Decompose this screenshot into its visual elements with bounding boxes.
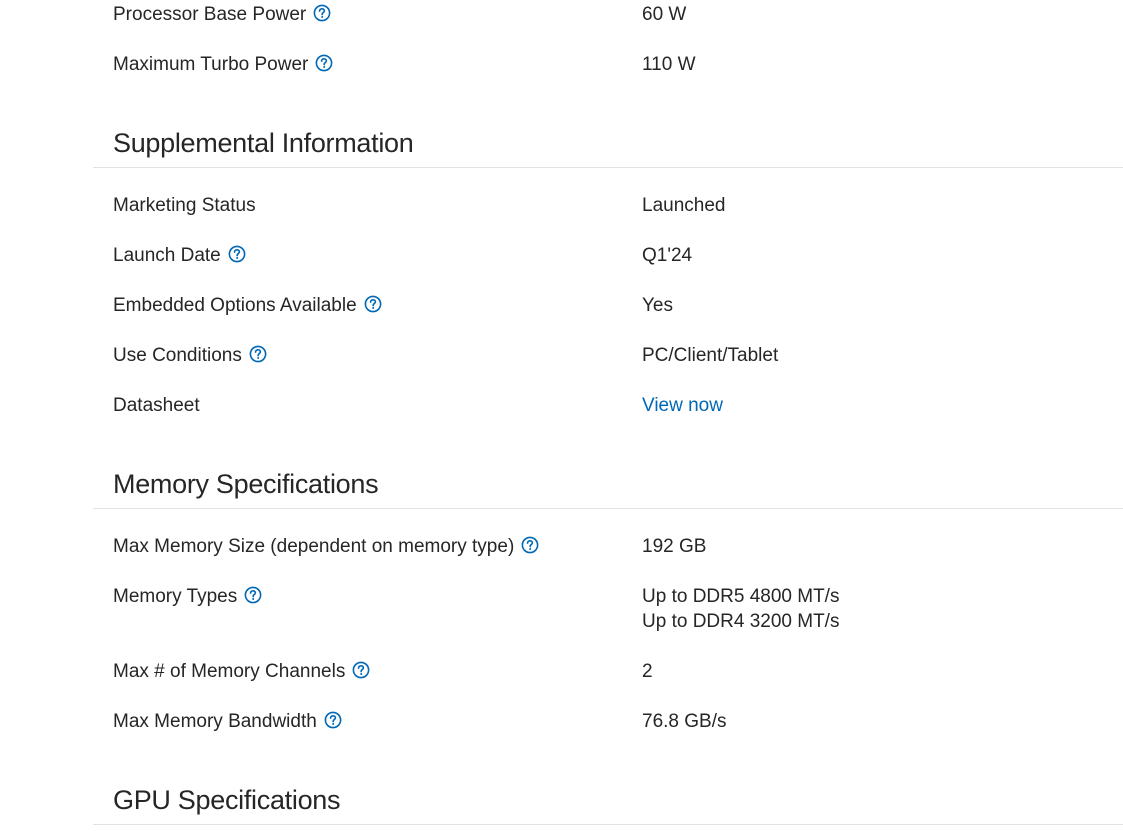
spec-label: Max Memory Bandwidth xyxy=(113,709,342,734)
spec-label: Maximum Turbo Power xyxy=(113,52,333,77)
help-icon[interactable] xyxy=(313,4,331,22)
help-icon[interactable] xyxy=(249,345,267,363)
spec-value: Launched xyxy=(642,195,726,216)
spec-value: 192 GB xyxy=(642,536,707,557)
spec-label-text: Use Conditions xyxy=(113,345,242,366)
spec-value: 60 W xyxy=(642,4,687,25)
spec-value: Up to DDR5 4800 MT/s Up to DDR4 3200 MT/… xyxy=(642,584,839,634)
spec-value: 76.8 GB/s xyxy=(642,711,727,732)
spec-label-text: Maximum Turbo Power xyxy=(113,54,309,75)
help-icon[interactable] xyxy=(352,661,370,679)
spec-label: Processor Base Power xyxy=(113,2,331,27)
spec-label: Embedded Options Available xyxy=(113,293,382,318)
spec-value: View now xyxy=(642,393,723,418)
spec-label-text: Max Memory Bandwidth xyxy=(113,711,317,732)
section-divider xyxy=(93,824,1123,825)
spec-label-text: Launch Date xyxy=(113,245,221,266)
section-title-gpu-specifications: GPU Specifications xyxy=(113,785,341,815)
spec-value: 110 W xyxy=(642,54,696,75)
spec-label: Memory Types xyxy=(113,584,262,609)
spec-label-text: Max # of Memory Channels xyxy=(113,661,346,682)
spec-label-text: Memory Types xyxy=(113,586,238,607)
view-datasheet-link[interactable]: View now xyxy=(642,395,723,416)
spec-label: Launch Date xyxy=(113,243,246,268)
spec-page: Processor Base Power 60 W Maximum Turbo … xyxy=(0,0,1123,832)
spec-label: Datasheet xyxy=(113,393,200,418)
help-icon[interactable] xyxy=(364,295,382,313)
spec-label-text: Marketing Status xyxy=(113,195,256,216)
spec-value: 2 xyxy=(642,661,653,682)
spec-label: Max # of Memory Channels xyxy=(113,659,370,684)
spec-value-line: Up to DDR4 3200 MT/s xyxy=(642,611,840,632)
help-icon[interactable] xyxy=(521,536,539,554)
spec-label-text: Embedded Options Available xyxy=(113,295,357,316)
section-divider xyxy=(93,167,1123,168)
spec-label-text: Datasheet xyxy=(113,395,200,416)
spec-label-text: Processor Base Power xyxy=(113,4,307,25)
spec-value: PC/Client/Tablet xyxy=(642,345,779,366)
section-divider xyxy=(93,508,1123,509)
help-icon[interactable] xyxy=(228,245,246,263)
section-title-supplemental-information: Supplemental Information xyxy=(113,128,414,158)
spec-value: Q1'24 xyxy=(642,245,693,266)
help-icon[interactable] xyxy=(324,711,342,729)
spec-label: Marketing Status xyxy=(113,193,256,218)
help-icon[interactable] xyxy=(315,54,333,72)
spec-value-line: Up to DDR5 4800 MT/s xyxy=(642,586,840,607)
spec-label: Max Memory Size (dependent on memory typ… xyxy=(113,534,539,559)
section-title-memory-specifications: Memory Specifications xyxy=(113,469,379,499)
spec-value: Yes xyxy=(642,295,673,316)
help-icon[interactable] xyxy=(244,586,262,604)
spec-label-text: Max Memory Size (dependent on memory typ… xyxy=(113,536,515,557)
spec-label: Use Conditions xyxy=(113,343,267,368)
